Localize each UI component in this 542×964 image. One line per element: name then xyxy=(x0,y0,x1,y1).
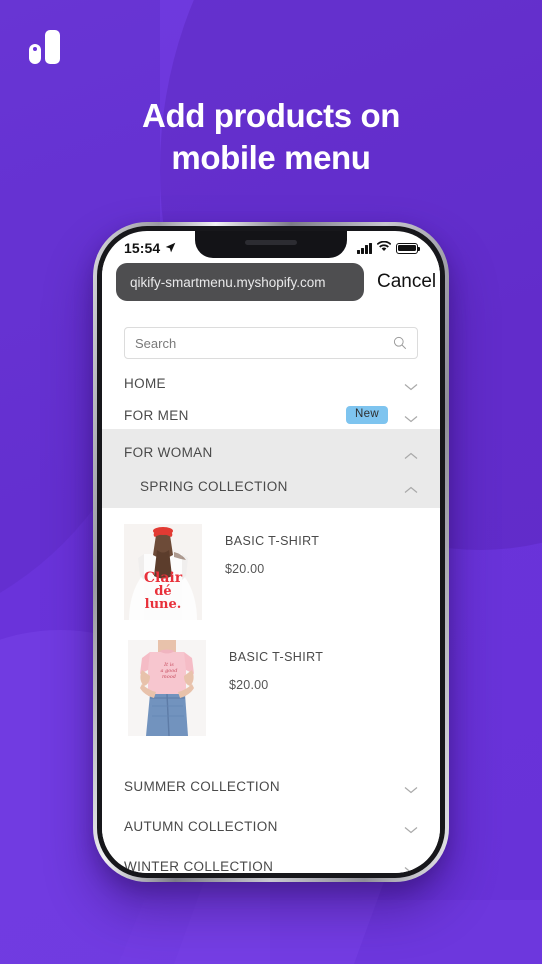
url-bar[interactable]: qikify-smartmenu.myshopify.com xyxy=(116,263,364,301)
menu-item-label: WINTER COLLECTION xyxy=(124,858,274,874)
menu-item-summer-collection[interactable]: SUMMER COLLECTION xyxy=(102,768,440,804)
chevron-up-icon xyxy=(404,482,418,493)
product-price: $20.00 xyxy=(225,562,265,576)
menu-item-label: FOR WOMAN xyxy=(124,444,213,460)
cellular-signal-icon xyxy=(357,242,372,254)
product-list: Clair dé lune. BASIC T-SHIRT $20.00 It i… xyxy=(102,508,440,752)
logo-bar-large xyxy=(45,30,60,64)
page-title: Add products on mobile menu xyxy=(0,95,542,179)
chevron-up-icon xyxy=(404,448,418,459)
logo-bar-small xyxy=(29,44,41,64)
logo-dot xyxy=(33,47,37,51)
search-container xyxy=(102,313,440,365)
svg-text:lune.: lune. xyxy=(145,597,182,612)
menu-item-label: FOR MEN xyxy=(124,407,189,423)
product-title: BASIC T-SHIRT xyxy=(225,534,320,548)
phone-mockup: 15:54 qikify-smartmenu.myshopify.com Can… xyxy=(93,222,449,882)
chevron-down-icon xyxy=(404,379,418,391)
menu-item-home[interactable]: HOME xyxy=(102,369,440,397)
search-input[interactable] xyxy=(135,335,393,351)
product-title: BASIC T-SHIRT xyxy=(229,650,324,664)
page-title-line-2: mobile menu xyxy=(171,139,371,176)
phone-screen: 15:54 qikify-smartmenu.myshopify.com Can… xyxy=(102,231,440,873)
chevron-down-icon xyxy=(404,411,418,423)
status-time: 15:54 xyxy=(124,240,161,256)
status-bar: 15:54 xyxy=(102,231,440,261)
menu-group-for-woman: FOR WOMAN SPRING COLLECTION xyxy=(102,429,440,508)
chevron-down-icon xyxy=(404,782,418,794)
menu-item-label: SPRING COLLECTION xyxy=(140,478,288,494)
page-title-line-1: Add products on xyxy=(142,97,400,134)
phone-bezel: 15:54 qikify-smartmenu.myshopify.com Can… xyxy=(97,226,445,878)
search-box[interactable] xyxy=(124,327,418,359)
chevron-down-icon xyxy=(404,822,418,834)
product-thumbnail: Clair dé lune. xyxy=(124,524,202,620)
product-info: BASIC T-SHIRT $20.00 xyxy=(202,524,319,576)
background-shard-secondary xyxy=(95,900,542,964)
menu-item-for-men[interactable]: FOR MEN New xyxy=(102,401,440,429)
svg-text:mood: mood xyxy=(162,674,176,680)
menu-item-label: AUTUMN COLLECTION xyxy=(124,818,278,834)
menu-item-label: SUMMER COLLECTION xyxy=(124,778,280,794)
product-price: $20.00 xyxy=(229,678,269,692)
status-indicators xyxy=(357,239,421,257)
menu-item-for-woman[interactable]: FOR WOMAN xyxy=(102,438,440,466)
browser-toolbar: qikify-smartmenu.myshopify.com Cancel xyxy=(102,261,440,311)
menu-bottom-group: SUMMER COLLECTION AUTUMN COLLECTION WINT… xyxy=(102,752,440,873)
menu-item-winter-collection[interactable]: WINTER COLLECTION xyxy=(102,848,440,873)
status-badge-new: New xyxy=(345,405,388,425)
wifi-icon xyxy=(376,239,392,257)
search-icon xyxy=(393,336,407,350)
mobile-menu-panel: HOME FOR MEN New FOR WOMAN xyxy=(102,313,440,873)
menu-item-autumn-collection[interactable]: AUTUMN COLLECTION xyxy=(102,808,440,844)
product-info: BASIC T-SHIRT $20.00 xyxy=(206,640,323,692)
battery-full-icon xyxy=(396,242,421,254)
chevron-down-icon xyxy=(404,862,418,873)
menu-item-spring-collection[interactable]: SPRING COLLECTION xyxy=(102,472,440,500)
location-arrow-icon xyxy=(165,242,176,255)
menu-item-label: HOME xyxy=(124,375,166,391)
cancel-button[interactable]: Cancel xyxy=(377,271,436,293)
qikify-logo-icon xyxy=(29,28,63,64)
product-item[interactable]: It is a good mood BASIC T-SHIRT $20.00 xyxy=(102,630,440,746)
product-thumbnail: It is a good mood xyxy=(128,640,206,736)
product-item[interactable]: Clair dé lune. BASIC T-SHIRT $20.00 xyxy=(102,514,440,630)
